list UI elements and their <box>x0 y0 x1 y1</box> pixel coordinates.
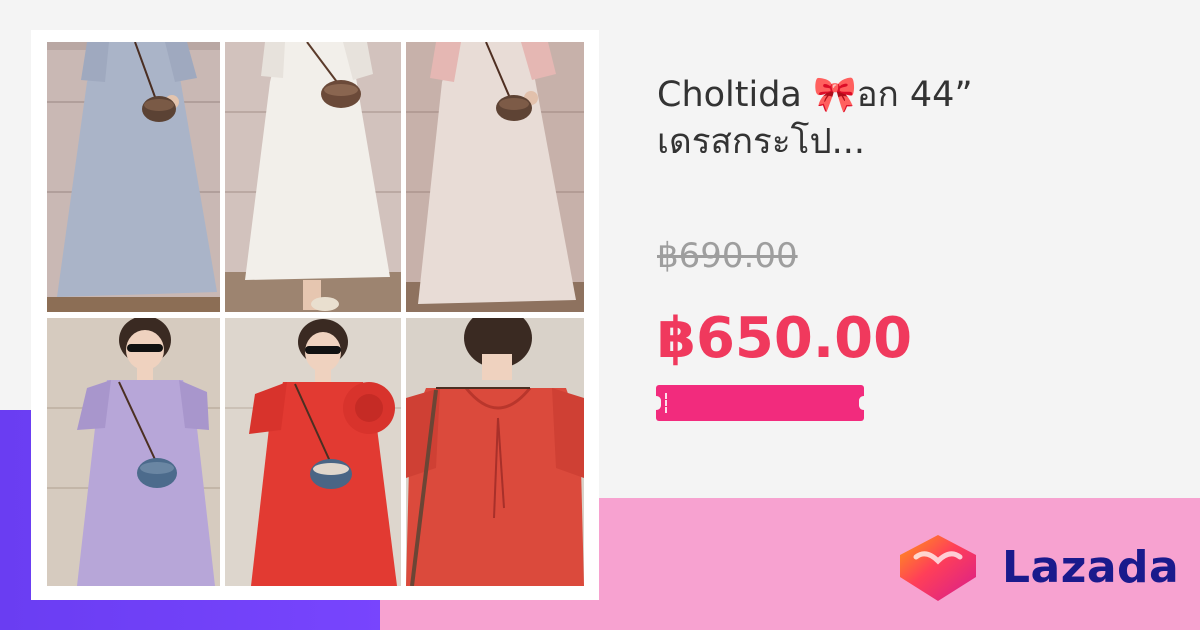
product-image-6[interactable] <box>406 318 584 586</box>
product-title[interactable]: Choltida 🎀อก 44” เดรสกระโป... <box>657 72 1157 166</box>
product-image-5[interactable] <box>225 318 401 586</box>
voucher-badge <box>652 385 868 421</box>
brand-name: Lazada <box>1002 541 1180 593</box>
brand-logo[interactable]: Lazada <box>896 530 1179 604</box>
product-image-2[interactable] <box>225 42 401 312</box>
sale-price: ฿650.00 <box>657 306 913 371</box>
product-title-line-2: เดรสกระโป... <box>657 122 866 162</box>
product-image-3[interactable] <box>406 42 584 312</box>
voucher-notch-right <box>859 396 868 410</box>
product-title-line-1: Choltida 🎀อก 44” <box>657 75 973 115</box>
voucher-dashed-line <box>665 393 667 413</box>
product-image-1[interactable] <box>47 42 220 312</box>
product-image-4[interactable] <box>47 318 220 586</box>
product-image-card[interactable] <box>31 30 599 600</box>
lazada-heart-icon <box>900 535 976 601</box>
original-price: ฿690.00 <box>657 236 798 276</box>
voucher-notch-left <box>652 396 661 410</box>
product-image-grid <box>47 42 584 586</box>
